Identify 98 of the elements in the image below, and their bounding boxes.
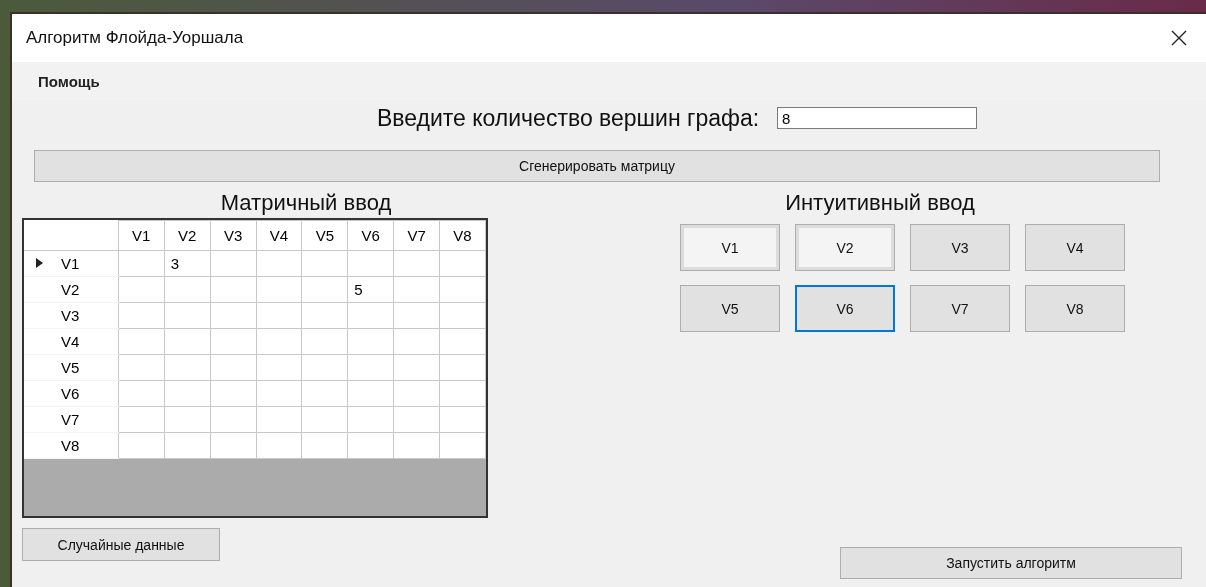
matrix-cell[interactable] [347, 302, 394, 328]
vertex-button[interactable]: V6 [795, 285, 895, 332]
vertex-button[interactable]: V7 [910, 285, 1010, 332]
matrix-cell[interactable] [118, 380, 165, 406]
matrix-cell[interactable] [164, 406, 211, 432]
matrix-cell[interactable] [439, 250, 486, 276]
matrix-cell[interactable] [256, 432, 302, 458]
matrix-cell[interactable] [164, 328, 211, 354]
row-header: V5 [24, 354, 119, 380]
row-header: V6 [24, 380, 119, 406]
matrix-cell[interactable] [118, 432, 165, 458]
matrix-cell[interactable] [347, 406, 394, 432]
matrix-cell[interactable] [164, 354, 211, 380]
vertex-button[interactable]: V2 [795, 224, 895, 271]
row-header: V2 [24, 276, 119, 302]
vertex-count-field[interactable]: 8 [777, 107, 978, 129]
matrix-cell[interactable] [439, 276, 486, 302]
matrix-cell[interactable] [301, 250, 348, 276]
matrix-cell[interactable] [210, 354, 256, 380]
matrix-cell[interactable] [393, 406, 440, 432]
close-icon[interactable] [1170, 29, 1188, 47]
matrix-cell[interactable] [393, 354, 440, 380]
row-header: V8 [24, 432, 119, 458]
matrix-cell[interactable] [164, 432, 211, 458]
matrix-cell[interactable] [210, 328, 256, 354]
matrix-cell[interactable] [393, 432, 440, 458]
matrix-cell[interactable] [393, 380, 440, 406]
row-header: V4 [24, 328, 119, 354]
matrix-cell[interactable] [439, 354, 486, 380]
matrix-cell[interactable] [118, 276, 165, 302]
vertex-count-label: Введите количество вершин графа: [376, 104, 760, 132]
matrix-cell[interactable] [118, 354, 165, 380]
row-header: V7 [24, 406, 119, 432]
matrix-cell[interactable] [347, 328, 394, 354]
matrix-cell[interactable] [256, 328, 302, 354]
matrix-cell[interactable] [256, 354, 302, 380]
matrix-cell[interactable] [256, 380, 302, 406]
row-header: V1 [24, 250, 119, 276]
matrix-cell[interactable] [301, 354, 348, 380]
matrix-cell[interactable] [439, 432, 486, 458]
matrix-cell[interactable] [301, 380, 348, 406]
row-header: V3 [24, 302, 119, 328]
matrix-cell[interactable] [393, 328, 440, 354]
matrix-cell[interactable] [118, 302, 165, 328]
matrix-cell[interactable] [439, 302, 486, 328]
matrix-cell[interactable] [347, 380, 394, 406]
matrix-cell[interactable] [256, 406, 302, 432]
matrix-cell[interactable] [301, 276, 348, 302]
vertex-button[interactable]: V1 [680, 224, 780, 271]
matrix-cell[interactable] [164, 302, 211, 328]
window-title: Алгоритм Флойда-Уоршала [26, 28, 244, 48]
column-header: V6 [347, 220, 394, 250]
random-data-button[interactable]: Случайные данные [22, 528, 220, 561]
vertex-button[interactable]: V3 [910, 224, 1010, 271]
matrix-cell[interactable] [118, 328, 165, 354]
column-header: V5 [301, 220, 348, 250]
matrix-cell[interactable] [347, 354, 394, 380]
column-header: V1 [118, 220, 165, 250]
vertex-button[interactable]: V5 [680, 285, 780, 332]
matrix-cell[interactable] [301, 406, 348, 432]
matrix-cell[interactable] [210, 250, 256, 276]
matrix-cell[interactable] [118, 406, 165, 432]
matrix-cell[interactable] [393, 250, 440, 276]
run-algorithm-button[interactable]: Запустить алгоритм [840, 547, 1182, 579]
column-header: V7 [393, 220, 440, 250]
matrix-cell[interactable]: 3 [164, 250, 211, 276]
matrix-cell[interactable] [210, 276, 256, 302]
generate-button[interactable]: Сгенерировать матрицу [34, 150, 1160, 182]
matrix-cell[interactable]: 5 [347, 276, 394, 302]
section-title: Интуитивный ввод [784, 189, 976, 217]
vertex-button[interactable]: V8 [1025, 285, 1125, 332]
matrix-cell[interactable] [210, 432, 256, 458]
matrix-cell[interactable] [256, 276, 302, 302]
matrix-cell[interactable] [439, 328, 486, 354]
matrix-cell[interactable] [301, 328, 348, 354]
matrix-cell[interactable] [210, 302, 256, 328]
column-header: V3 [210, 220, 256, 250]
matrix-cell[interactable] [210, 406, 256, 432]
matrix-cell[interactable] [210, 380, 256, 406]
matrix-cell[interactable] [347, 250, 394, 276]
matrix-cell[interactable] [118, 250, 165, 276]
vertex-button[interactable]: V4 [1025, 224, 1125, 271]
matrix-cell[interactable] [301, 302, 348, 328]
matrix-cell[interactable] [393, 276, 440, 302]
column-header: V2 [164, 220, 211, 250]
matrix-cell[interactable] [439, 406, 486, 432]
column-header: V4 [256, 220, 302, 250]
matrix-cell[interactable] [256, 302, 302, 328]
matrix-cell[interactable] [301, 432, 348, 458]
matrix-cell[interactable] [347, 432, 394, 458]
matrix-cell[interactable] [393, 302, 440, 328]
matrix-cell[interactable] [164, 380, 211, 406]
column-header: V8 [439, 220, 486, 250]
matrix-cell[interactable] [164, 276, 211, 302]
section-title: Матричный ввод [219, 189, 393, 217]
menu-item[interactable]: Помощь [38, 72, 100, 90]
matrix-cell[interactable] [439, 380, 486, 406]
matrix-cell[interactable] [256, 250, 302, 276]
